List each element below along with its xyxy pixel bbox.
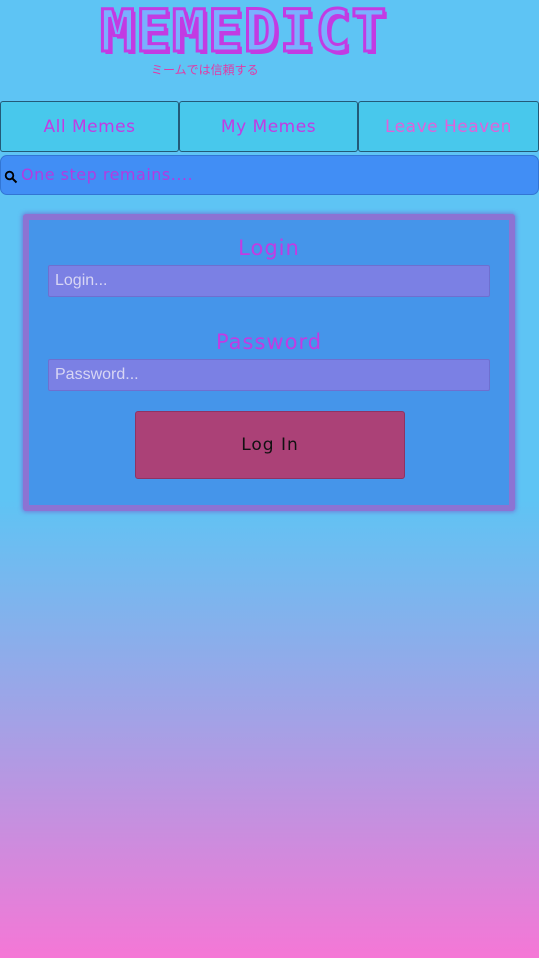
header: MEMEDICT ミームでは信頼する [0, 0, 539, 100]
search-icon[interactable] [4, 170, 20, 186]
login-card: Login Password Log In [23, 214, 515, 511]
main-nav: All Memes My Memes Leave Heaven [0, 101, 539, 152]
search-bar [0, 155, 539, 195]
nav-my-memes-button[interactable]: My Memes [179, 101, 358, 152]
site-logo[interactable]: MEMEDICT [99, 0, 450, 64]
log-in-button[interactable]: Log In [135, 411, 405, 479]
login-label: Login [238, 236, 300, 260]
site-tagline: ミームでは信頼する [151, 63, 259, 77]
search-input[interactable] [20, 159, 538, 189]
password-label: Password [215, 330, 323, 354]
nav-leave-heaven-button[interactable]: Leave Heaven [358, 101, 539, 152]
nav-all-memes-button[interactable]: All Memes [0, 101, 179, 152]
login-input[interactable] [48, 265, 490, 297]
password-input[interactable] [48, 359, 490, 391]
